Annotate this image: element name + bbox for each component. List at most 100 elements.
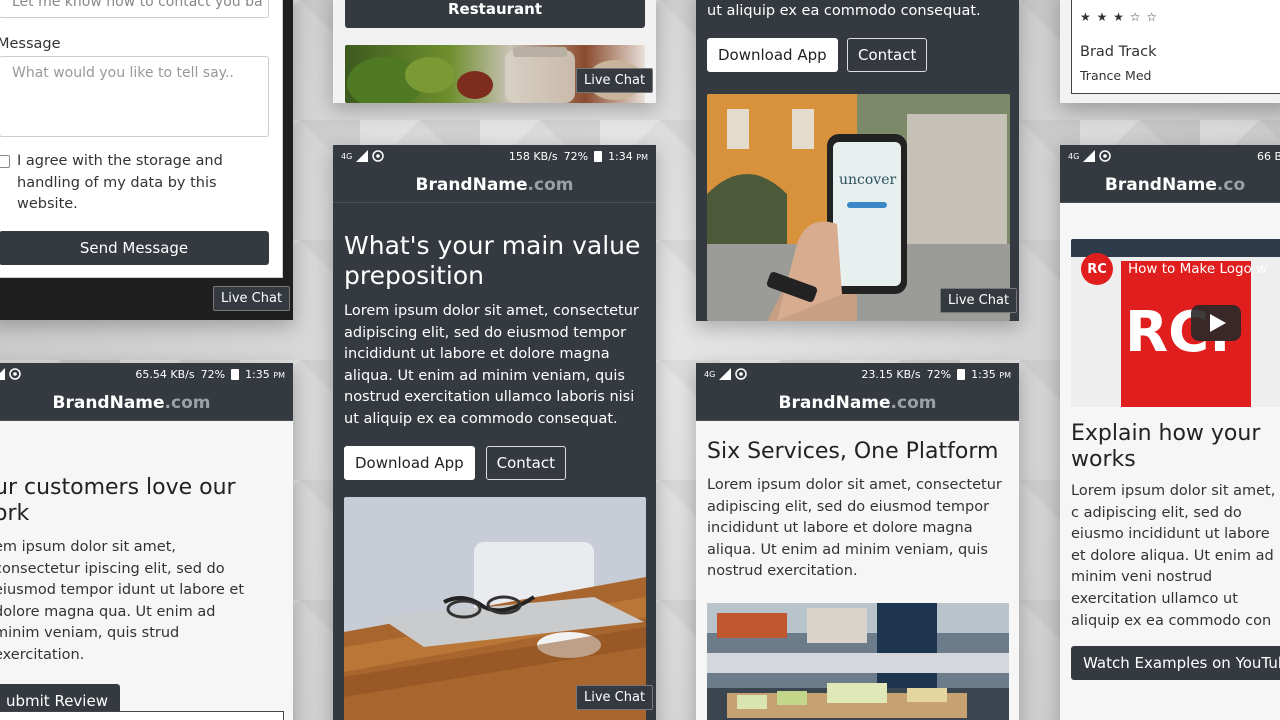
cta-text: ut aliquip ex ea commodo consequat. — [707, 3, 981, 19]
contact-input-top[interactable]: Let me know how to contact you ba — [0, 0, 269, 18]
hero-buttons: Download App Contact — [344, 445, 644, 480]
brand-suffix: .com — [527, 174, 574, 195]
youtube-video-embed[interactable]: RC. RC How to Make Logo w — [1071, 239, 1280, 407]
restaurant-button[interactable]: Restaurant — [345, 0, 645, 28]
section-headline: ur customers love our ork — [0, 475, 236, 526]
restaurant-panel: Restaurant Live Chat — [333, 0, 656, 103]
reviewer-company: Trance Med — [1080, 68, 1152, 83]
live-chat-button[interactable]: Live Chat — [213, 286, 291, 311]
status-bar: 4G 158 KB/s 72% 1:34 PM — [333, 145, 656, 167]
message-placeholder: What would you like to tell say.. — [12, 65, 234, 81]
live-chat-button[interactable]: Live Chat — [576, 685, 654, 710]
battery-icon — [957, 368, 966, 380]
video-title: How to Make Logo w — [1128, 261, 1268, 277]
signal-icon — [356, 150, 369, 162]
brand-bar[interactable]: BrandName .co — [1060, 167, 1280, 203]
agree-text: I agree with the storage and handling of… — [17, 153, 223, 213]
section-body: Lorem ipsum dolor sit amet, c adipiscing… — [1071, 483, 1276, 629]
hotspot-icon — [372, 150, 385, 162]
brand-suffix: .com — [890, 392, 937, 413]
send-message-button[interactable]: Send Message — [0, 231, 269, 265]
svg-text:uncover: uncover — [839, 172, 896, 188]
services-section: Six Services, One Platform Lorem ipsum d… — [707, 439, 1007, 583]
data-speed: 158 KB/s — [508, 149, 558, 163]
hotspot-icon — [735, 368, 748, 380]
brand-suffix: .co — [1216, 174, 1246, 195]
brand-name: BrandName — [778, 392, 891, 413]
signal-icon — [1083, 150, 1096, 162]
brand-name: BrandName — [415, 174, 528, 195]
network-4g-icon: 4G — [1068, 151, 1080, 161]
battery-icon — [594, 150, 603, 162]
status-bar: 4G 65.54 KB/s 72% 1:35 PM — [0, 363, 293, 385]
star-rating: ★ ★ ★ ☆ ☆ — [1080, 10, 1159, 24]
brand-bar[interactable]: BrandName .com — [0, 385, 293, 421]
right-phone: 4G 23.15 KB/s 72% 1:35 PM BrandName .com … — [696, 363, 1019, 720]
clock: 1:35 PM — [971, 368, 1011, 381]
watch-youtube-button[interactable]: Watch Examples on YouTub — [1071, 646, 1280, 681]
battery-level: 72% — [926, 367, 952, 381]
brand-name: BrandName — [1104, 174, 1217, 195]
download-app-button[interactable]: Download App — [707, 38, 838, 72]
live-chat-button[interactable]: Live Chat — [576, 68, 654, 93]
live-chat-button[interactable]: Live Chat — [940, 288, 1018, 313]
contact-button[interactable]: Contact — [847, 38, 928, 72]
signal-icon — [719, 368, 732, 380]
review-card-panel: ★ ★ ★ ☆ ☆ Brad Track Trance Med — [1060, 0, 1280, 103]
phone-photo: uncover — [707, 94, 1010, 321]
network-4g-icon: 4G — [341, 151, 353, 161]
contact-form-panel: Let me know how to contact you ba Messag… — [0, 0, 293, 320]
data-speed: 23.15 KB/s — [861, 367, 921, 381]
testimonials-section: ur customers love our ork em ipsum dolor… — [0, 475, 264, 718]
brand-suffix: .com — [164, 392, 211, 413]
clock-time: 1:35 — [971, 367, 996, 381]
channel-badge: RC — [1087, 261, 1107, 277]
signal-icon — [0, 368, 6, 380]
clock-ampm: PM — [999, 370, 1011, 380]
clock-ampm: PM — [636, 152, 648, 162]
section-body: Lorem ipsum dolor sit amet, consectetur … — [707, 477, 1002, 580]
hero-section: What's your main value preposition Lorem… — [344, 231, 644, 480]
section-headline: Six Services, One Platform — [707, 439, 999, 464]
market-photo — [707, 603, 1009, 720]
clock: 1:34 PM — [608, 150, 648, 163]
contact-button[interactable]: Contact — [485, 445, 566, 480]
hero-body: Lorem ipsum dolor sit amet, consectetur … — [344, 303, 639, 427]
message-label: Message — [0, 36, 61, 52]
status-bar: 4G 23.15 KB/s 72% 1:35 PM — [696, 363, 1019, 385]
data-speed: 65.54 KB/s — [135, 367, 195, 381]
data-speed: 66 B — [1256, 149, 1280, 163]
download-app-button[interactable]: Download App — [344, 445, 475, 480]
section-body: em ipsum dolor sit amet, consectetur ipi… — [0, 539, 245, 663]
hotspot-icon — [9, 368, 22, 380]
battery-level: 72% — [563, 149, 589, 163]
contact-input-placeholder: Let me know how to contact you ba — [12, 0, 263, 10]
center-phone: 4G 158 KB/s 72% 1:34 PM BrandName .com Wh… — [333, 145, 656, 720]
contact-form-card: Let me know how to contact you ba Messag… — [0, 0, 283, 278]
clock-time: 1:35 — [245, 367, 270, 381]
brand-bar[interactable]: BrandName .com — [696, 385, 1019, 421]
far-right-phone: 4G 66 B BrandName .co RC. RC How to Make … — [1060, 145, 1280, 720]
left-phone: 4G 65.54 KB/s 72% 1:35 PM BrandName.com … — [0, 363, 293, 720]
section-headline: Explain how your works — [1071, 421, 1261, 472]
explain-section: Explain how your works Lorem ipsum dolor… — [1071, 421, 1280, 684]
channel-avatar: RC — [1081, 253, 1113, 285]
brand-name: BrandName — [52, 392, 165, 413]
brand-bar[interactable]: BrandName .com — [333, 167, 656, 203]
clock: 1:35 PM — [245, 368, 285, 381]
message-textarea[interactable]: What would you like to tell say.. — [0, 56, 269, 137]
clock-time: 1:34 — [608, 149, 633, 163]
clock-ampm: PM — [273, 370, 285, 380]
reviewer-name: Brad Track — [1080, 44, 1157, 60]
hero-headline: What's your main value preposition — [344, 231, 641, 290]
review-card — [0, 711, 284, 720]
network-4g-icon: 4G — [704, 369, 716, 379]
battery-icon — [231, 368, 240, 380]
agree-checkbox[interactable] — [0, 155, 10, 168]
app-cta-panel: ut aliquip ex ea commodo consequat. Down… — [696, 0, 1019, 321]
status-bar: 4G 66 B — [1060, 145, 1280, 167]
battery-level: 72% — [200, 367, 226, 381]
market-image — [707, 603, 1009, 720]
hotspot-icon — [1099, 150, 1112, 162]
review-card: ★ ★ ★ ☆ ☆ Brad Track Trance Med — [1071, 0, 1280, 94]
